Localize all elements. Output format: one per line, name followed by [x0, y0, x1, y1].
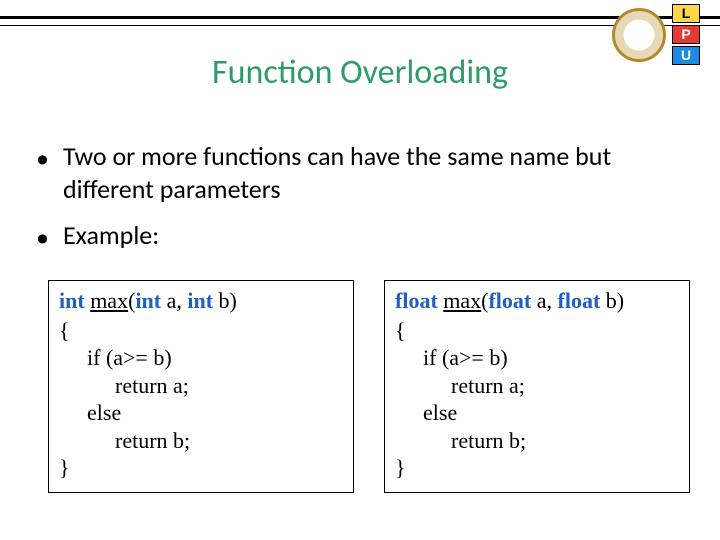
- code-line: {: [395, 317, 679, 345]
- lpu-letter-p: P: [672, 25, 700, 44]
- bullet-text: Two or more functions can have the same …: [63, 140, 690, 205]
- code-line: }: [395, 454, 679, 482]
- code-line: return a;: [59, 372, 343, 400]
- list-item: • Two or more functions can have the sam…: [36, 140, 690, 205]
- bullet-list: • Two or more functions can have the sam…: [36, 140, 690, 268]
- bullet-text: Example:: [63, 219, 159, 254]
- keyword: int: [187, 288, 213, 313]
- code-line: else: [59, 399, 343, 427]
- list-item: • Example:: [36, 219, 690, 254]
- param-name: b: [606, 288, 617, 313]
- code-columns: int max(int a, int b) { if (a>= b) retur…: [48, 280, 690, 493]
- code-line: else: [395, 399, 679, 427]
- code-line: if (a>= b): [59, 344, 343, 372]
- code-box-int: int max(int a, int b) { if (a>= b) retur…: [48, 280, 354, 493]
- code-signature: int max(int a, int b): [59, 287, 343, 315]
- param-name: b: [219, 288, 230, 313]
- keyword: float: [395, 288, 438, 313]
- code-line: return a;: [395, 372, 679, 400]
- param-name: a: [167, 288, 177, 313]
- keyword: float: [488, 288, 531, 313]
- keyword: float: [558, 288, 601, 313]
- code-line: }: [59, 454, 343, 482]
- keyword: int: [135, 288, 161, 313]
- code-line: return b;: [59, 427, 343, 455]
- bullet-icon: •: [36, 140, 49, 205]
- code-line: if (a>= b): [395, 344, 679, 372]
- function-name: max: [90, 288, 128, 313]
- function-name: max: [443, 288, 481, 313]
- page-title: Function Overloading: [0, 52, 720, 93]
- slide: L P U Function Overloading • Two or more…: [0, 0, 720, 540]
- code-box-float: float max(float a, float b) { if (a>= b)…: [384, 280, 690, 493]
- keyword: int: [59, 288, 85, 313]
- code-signature: float max(float a, float b): [395, 287, 679, 315]
- lpu-letter-l: L: [672, 4, 700, 23]
- code-line: return b;: [395, 427, 679, 455]
- code-line: {: [59, 317, 343, 345]
- bullet-icon: •: [36, 219, 49, 254]
- param-name: a: [537, 288, 547, 313]
